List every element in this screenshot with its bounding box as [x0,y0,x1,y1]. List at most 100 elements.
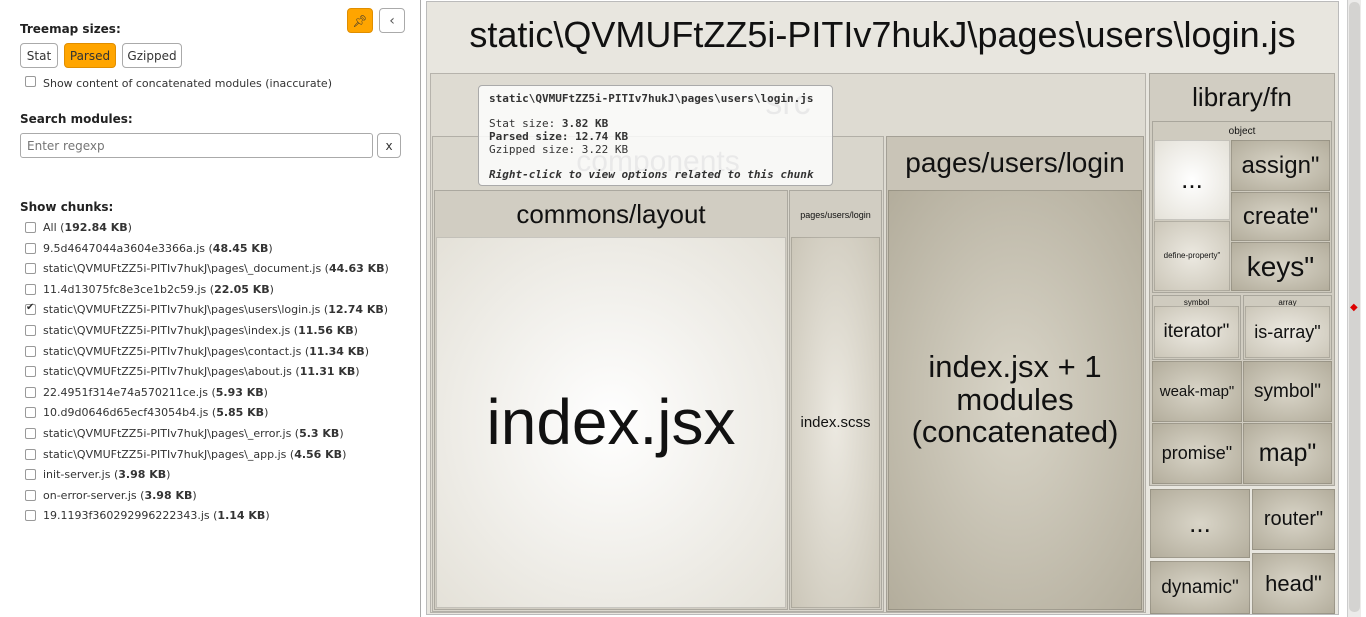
chunk-checkbox[interactable] [25,325,36,336]
chunk-checkbox[interactable] [25,489,36,501]
chunk-checkbox[interactable] [25,345,36,357]
chunk-size: 22.05 KB [214,282,270,296]
treemap-sizes-label: Treemap sizes: [20,22,121,36]
sidebar: Treemap sizes: 📌︎ ‹ Stat Parsed Gzipped … [0,0,421,617]
module-create[interactable]: create" [1231,192,1330,241]
module-map[interactable]: map" [1243,423,1332,484]
chunk-row[interactable]: static\QVMUFtZZ5i-PITIv7hukJ\pages\_app.… [0,447,420,467]
chunk-row[interactable]: static\QVMUFtZZ5i-PITIv7hukJ\pages\about… [0,364,420,384]
chunk-size: 1.14 KB [217,509,266,523]
chunk-size: 12.74 KB [328,303,384,317]
chunk-label: init-server.js (3.98 KB) [43,468,171,482]
module-index-scss[interactable]: index.scss [791,237,880,608]
chunk-label: All (192.84 KB) [43,221,132,234]
module-dynamic[interactable]: dynamic" [1150,561,1250,614]
module-ellipsis-2[interactable]: ... [1150,489,1250,558]
search-input[interactable] [20,133,373,158]
module-symbol[interactable]: symbol" [1243,361,1332,422]
chunk-row[interactable]: static\QVMUFtZZ5i-PITIv7hukJ\pages\users… [0,302,420,322]
chunk-row[interactable]: 10.d9d0646d65ecf43054b4.js (5.85 KB) [0,405,420,425]
module-concatenated[interactable]: index.jsx + 1 modules (concatenated) [888,190,1142,610]
module-ellipsis-object[interactable]: ... [1154,140,1230,220]
chunk-size: 5.3 KB [299,427,340,440]
chunk-checkbox[interactable] [25,283,36,295]
chunk-name: static\QVMUFtZZ5i-PITIv7hukJ\pages\users… [43,303,321,317]
pin-icon: 📌︎ [352,13,368,28]
pages-users-login-small-label: pages/users/login [800,210,871,220]
chevron-left-icon: ‹ [389,12,395,29]
tooltip-gzip-label: Gzipped size: [489,143,576,156]
chunk-row[interactable]: on-error-server.js (3.98 KB) [0,488,420,508]
search-clear-button[interactable]: x [377,133,401,158]
module-weak-map[interactable]: weak-map" [1152,361,1242,422]
chunk-label: static\QVMUFtZZ5i-PITIv7hukJ\pages\conta… [43,344,369,358]
pages-users-login-label: pages/users/login [905,147,1125,178]
chunk-name: static\QVMUFtZZ5i-PITIv7hukJ\pages\index… [43,324,291,337]
chunk-row[interactable]: 22.4951f314e74a570211ce.js (5.93 KB) [0,385,420,405]
chunk-name: 22.4951f314e74a570211ce.js [43,385,208,399]
chunk-checkbox[interactable] [25,242,36,254]
size-parsed-button[interactable]: Parsed [64,43,116,68]
chunk-label: static\QVMUFtZZ5i-PITIv7hukJ\pages\_app.… [43,447,347,461]
module-head[interactable]: head" [1252,553,1335,614]
chunk-row[interactable]: static\QVMUFtZZ5i-PITIv7hukJ\pages\conta… [0,344,420,364]
module-index-jsx[interactable]: index.jsx [436,237,786,608]
chunk-name: 19.1193f360292996222343.js [43,509,210,523]
chunk-checkbox[interactable] [25,366,36,378]
chunk-row[interactable]: static\QVMUFtZZ5i-PITIv7hukJ\pages\_erro… [0,426,420,446]
size-stat-button[interactable]: Stat [20,43,58,68]
root-title: static\QVMUFtZZ5i-PITIv7hukJ\pages\users… [469,14,1296,55]
chunk-name: static\QVMUFtZZ5i-PITIv7hukJ\pages\_erro… [43,427,292,440]
chunk-checkbox[interactable] [25,428,36,439]
chunk-row[interactable]: 19.1193f360292996222343.js (1.14 KB) [0,508,420,528]
module-promise[interactable]: promise" [1152,423,1242,484]
module-define-property[interactable]: define-property" [1154,221,1230,291]
chunk-name: 9.5d4647044a3604e3366a.js [43,241,205,255]
chunk-name: static\QVMUFtZZ5i-PITIv7hukJ\pages\about… [43,365,292,379]
chunk-row[interactable]: init-server.js (3.98 KB) [0,467,420,487]
chunk-label: static\QVMUFtZZ5i-PITIv7hukJ\pages\_erro… [43,427,344,440]
chunk-name: static\QVMUFtZZ5i-PITIv7hukJ\pages\_app.… [43,447,287,461]
chunk-row[interactable]: All (192.84 KB) [0,220,420,240]
module-iterator[interactable]: iterator" [1154,306,1239,358]
chunk-checkbox[interactable] [25,263,36,275]
chunk-label: 10.d9d0646d65ecf43054b4.js (5.85 KB) [43,406,269,420]
chunk-checkbox[interactable] [25,510,36,522]
tooltip-parsed-label: Parsed size: [489,130,569,143]
chunk-checkbox[interactable] [25,386,36,398]
module-keys[interactable]: keys" [1231,242,1330,291]
search-label: Search modules: [20,112,133,126]
chunk-checkbox[interactable] [25,448,36,460]
chunk-row[interactable]: 9.5d4647044a3604e3366a.js (48.45 KB) [0,241,420,261]
module-assign[interactable]: assign" [1231,140,1330,191]
module-router[interactable]: router" [1252,489,1335,550]
chunk-name: static\QVMUFtZZ5i-PITIv7hukJ\pages\_docu… [43,262,322,276]
chunk-row[interactable]: 11.4d13075fc8e3ce1b2c59.js (22.05 KB) [0,282,420,302]
chunk-row[interactable]: static\QVMUFtZZ5i-PITIv7hukJ\pages\_docu… [0,261,420,281]
chunk-name: All [43,221,57,234]
chunk-checkbox[interactable] [25,407,36,419]
chunk-size: 3.98 KB [118,468,167,482]
show-chunks-label: Show chunks: [20,200,114,214]
module-is-array[interactable]: is-array" [1245,306,1330,358]
chunk-checkbox[interactable] [25,469,36,481]
chunk-checkbox[interactable] [25,222,36,233]
tooltip-stat-value: 3.82 KB [561,117,609,130]
chunk-row[interactable]: static\QVMUFtZZ5i-PITIv7hukJ\pages\index… [0,323,420,343]
chunk-size: 11.56 KB [298,324,354,337]
chunk-label: 22.4951f314e74a570211ce.js (5.93 KB) [43,385,268,399]
chunk-label: static\QVMUFtZZ5i-PITIv7hukJ\pages\_docu… [43,262,389,276]
concat-checkbox[interactable] [25,76,36,87]
tooltip-stat-label: Stat size: [489,117,556,130]
size-gzipped-button[interactable]: Gzipped [122,43,182,68]
chunk-name: 10.d9d0646d65ecf43054b4.js [43,406,209,420]
chunk-checkbox[interactable] [25,302,36,316]
chunk-label: on-error-server.js (3.98 KB) [43,488,197,502]
commons-layout-label: commons/layout [516,199,706,229]
chunk-size: 48.45 KB [212,241,269,255]
pin-button[interactable]: 📌︎ [347,8,373,33]
collapse-sidebar-button[interactable]: ‹ [379,8,405,33]
scrollbar[interactable]: ◆ [1347,0,1361,617]
chunk-name: 11.4d13075fc8e3ce1b2c59.js [43,282,207,296]
chunk-size: 3.98 KB [144,488,193,502]
